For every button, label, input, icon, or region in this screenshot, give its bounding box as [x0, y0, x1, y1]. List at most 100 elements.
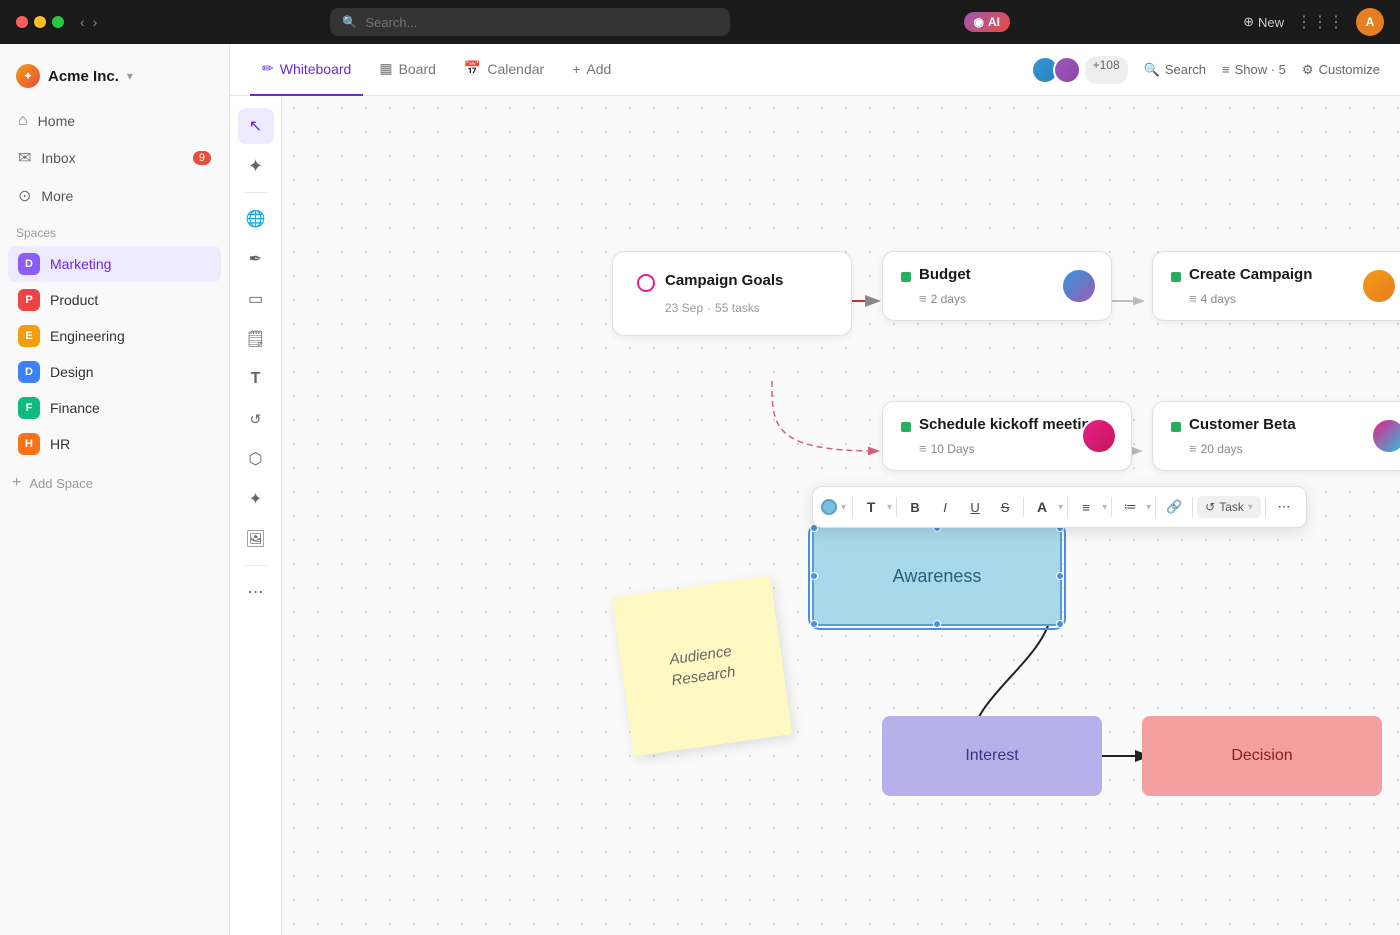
rectangle-tool[interactable]: ▭	[238, 281, 274, 317]
show-action-icon: ≡	[1222, 62, 1230, 77]
main-layout: ✦ Acme Inc. ▾ ⌂ Home ✉ Inbox 9 ⊙ More Sp…	[0, 44, 1400, 935]
network-tool[interactable]: ⬡	[238, 441, 274, 477]
back-button[interactable]: ‹	[80, 14, 85, 30]
sidebar-item-hr[interactable]: H HR	[8, 426, 221, 462]
search-action[interactable]: 🔍 Search	[1144, 62, 1206, 78]
sidebar: ✦ Acme Inc. ▾ ⌂ Home ✉ Inbox 9 ⊙ More Sp…	[0, 44, 230, 935]
text-tool[interactable]: T	[238, 361, 274, 397]
sidebar-item-home[interactable]: ⌂ Home	[8, 104, 221, 138]
minimize-traffic-light[interactable]	[34, 16, 46, 28]
sidebar-brand[interactable]: ✦ Acme Inc. ▾	[0, 56, 229, 104]
handle-bl[interactable]	[810, 620, 818, 628]
handle-br[interactable]	[1056, 620, 1064, 628]
toolbar: ↖ ✦ 🌐 ✒ ▭ 🗒 T ↺ ⬡ ✦ 🖼 ⋯	[230, 96, 282, 935]
color-picker[interactable]	[821, 499, 837, 515]
list-button[interactable]: ≔	[1116, 493, 1144, 521]
awareness-box[interactable]: Awareness	[812, 526, 1062, 626]
grid-icon[interactable]: ⋮⋮⋮	[1296, 12, 1344, 32]
magic-wand-tool[interactable]: ✦	[238, 481, 274, 517]
maximize-traffic-light[interactable]	[52, 16, 64, 28]
sidebar-item-product[interactable]: P Product	[8, 282, 221, 318]
more-tools-button[interactable]: ⋯	[238, 574, 274, 610]
campaign-goals-date: 23 Sep	[665, 301, 703, 315]
top-search-bar[interactable]: 🔍	[330, 8, 730, 36]
sidebar-item-design[interactable]: D Design	[8, 354, 221, 390]
globe-tool[interactable]: 🌐	[238, 201, 274, 237]
search-input[interactable]	[365, 15, 718, 30]
close-traffic-light[interactable]	[16, 16, 28, 28]
sidebar-item-more[interactable]: ⊙ More	[8, 178, 221, 214]
canvas[interactable]: Campaign Goals 23 Sep · 55 tasks Budget	[282, 96, 1400, 935]
toolbar-divider-3	[1023, 497, 1024, 517]
engineering-space-icon: E	[18, 325, 40, 347]
ai-button[interactable]: ◉ AI	[964, 12, 1010, 32]
eraser-tool[interactable]: ↺	[238, 401, 274, 437]
more-icon: ⊙	[18, 186, 31, 206]
handle-mr[interactable]	[1056, 572, 1064, 580]
kickoff-status-icon	[901, 422, 911, 432]
customer-beta-status-icon	[1171, 422, 1181, 432]
new-button[interactable]: ⊕ New	[1243, 14, 1284, 30]
cursor-tool[interactable]: ↖	[238, 108, 274, 144]
font-size-button[interactable]: T	[857, 493, 885, 521]
customize-action[interactable]: ⚙ Customize	[1302, 62, 1380, 78]
inbox-badge: 9	[193, 151, 211, 165]
brand-name: Acme Inc.	[48, 68, 119, 85]
strikethrough-button[interactable]: S	[991, 493, 1019, 521]
tab-add[interactable]: + Add	[560, 44, 623, 96]
list-chevron-icon[interactable]: ▾	[1146, 502, 1151, 513]
add-space-button[interactable]: + Add Space	[0, 466, 229, 500]
font-size-chevron-icon[interactable]: ▾	[887, 502, 892, 513]
customer-beta-days: 20 days	[1201, 442, 1243, 456]
campaign-goals-node[interactable]: Campaign Goals 23 Sep · 55 tasks	[612, 251, 852, 336]
customer-beta-node[interactable]: Customer Beta ≡ 20 days →	[1152, 401, 1400, 471]
align-chevron-icon[interactable]: ▾	[1102, 502, 1107, 513]
sticky-note[interactable]: Audience Research	[612, 576, 793, 757]
decision-box[interactable]: Decision	[1142, 716, 1382, 796]
show-action[interactable]: ≡ Show · 5	[1222, 62, 1286, 77]
ai-magic-tool[interactable]: ✦	[238, 148, 274, 184]
create-campaign-status-icon	[1171, 272, 1181, 282]
brand-chevron-icon: ▾	[127, 69, 133, 83]
tab-whiteboard[interactable]: ✏ Whiteboard	[250, 44, 363, 96]
toolbar-divider-4	[1067, 497, 1068, 517]
task-chevron-icon: ▾	[1248, 502, 1253, 513]
sidebar-item-inbox[interactable]: ✉ Inbox 9	[8, 140, 221, 176]
home-icon: ⌂	[18, 112, 28, 130]
handle-ml[interactable]	[810, 572, 818, 580]
forward-button[interactable]: ›	[93, 14, 98, 30]
kickoff-title: Schedule kickoff meeting	[919, 416, 1100, 433]
add-icon: +	[572, 61, 580, 77]
underline-button[interactable]: U	[961, 493, 989, 521]
task-button[interactable]: ↺ Task ▾	[1197, 496, 1261, 518]
nav-arrows: ‹ ›	[80, 14, 97, 30]
sidebar-item-engineering[interactable]: E Engineering	[8, 318, 221, 354]
avatars-group: +108	[1031, 56, 1128, 84]
tab-board[interactable]: ▦ Board	[367, 44, 448, 96]
bold-button[interactable]: B	[901, 493, 929, 521]
font-color-chevron-icon[interactable]: ▾	[1058, 502, 1063, 513]
user-avatar[interactable]: A	[1356, 8, 1384, 36]
budget-node[interactable]: Budget ≡ 2 days	[882, 251, 1112, 321]
link-button[interactable]: 🔗	[1160, 493, 1188, 521]
toolbar-divider-8	[1265, 497, 1266, 517]
campaign-goals-title: Campaign Goals	[665, 272, 783, 289]
sidebar-item-finance[interactable]: F Finance	[8, 390, 221, 426]
font-color-button[interactable]: A	[1028, 493, 1056, 521]
sticky-note-tool[interactable]: 🗒	[238, 321, 274, 357]
tab-calendar[interactable]: 📅 Calendar	[452, 44, 556, 96]
sidebar-item-marketing[interactable]: D Marketing	[8, 246, 221, 282]
hr-space-icon: H	[18, 433, 40, 455]
more-options-button[interactable]: ⋯	[1270, 493, 1298, 521]
text-formatting-toolbar: ▾ T ▾ B I U S A ▾ ≡ ▾ ≔ ▾	[812, 486, 1307, 528]
create-campaign-node[interactable]: Create Campaign ≡ 4 days	[1152, 251, 1400, 321]
color-chevron-icon[interactable]: ▾	[841, 502, 846, 513]
budget-title: Budget	[919, 266, 971, 283]
interest-box[interactable]: Interest	[882, 716, 1102, 796]
handle-bc[interactable]	[933, 620, 941, 628]
image-tool[interactable]: 🖼	[238, 521, 274, 557]
italic-button[interactable]: I	[931, 493, 959, 521]
schedule-kickoff-node[interactable]: Schedule kickoff meeting ≡ 10 Days	[882, 401, 1132, 471]
pen-tool[interactable]: ✒	[238, 241, 274, 277]
align-button[interactable]: ≡	[1072, 493, 1100, 521]
